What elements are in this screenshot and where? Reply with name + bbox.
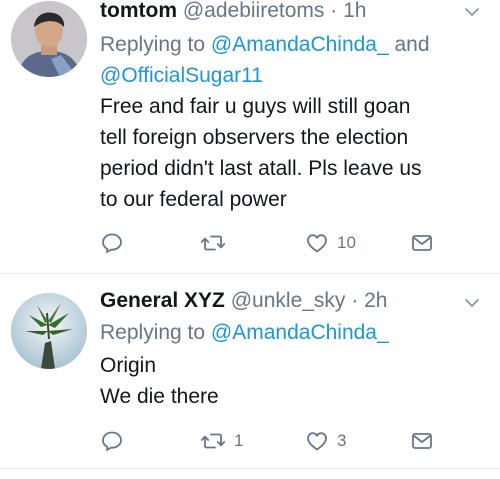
username-handle[interactable]: @adebiiretoms <box>183 0 325 22</box>
avatar[interactable] <box>11 293 87 369</box>
chevron-down-icon[interactable] <box>464 295 480 311</box>
tweet-text-line: Free and fair u guys will still goan <box>100 95 411 118</box>
reply-icon <box>102 233 122 253</box>
retweet-icon <box>200 235 226 251</box>
like-count: 3 <box>337 431 347 450</box>
tweet-actions: 1 3 <box>100 426 480 456</box>
mention-link[interactable]: @OfficialSugar11 <box>100 64 263 87</box>
tweet-text-line: We die there <box>100 385 219 408</box>
tweet-text-line: period didn't last atall. Pls leave us <box>100 157 422 180</box>
display-name[interactable]: General XYZ <box>100 289 225 312</box>
like-button[interactable]: 10 <box>305 228 356 258</box>
tweet-text: Free and fair u guys will still goan tel… <box>100 91 490 215</box>
mention-link[interactable]: @AmandaChinda_ <box>211 321 389 344</box>
reply-icon <box>102 431 122 451</box>
tweet-header: tomtom @adebiiretoms · 1h <box>100 0 366 23</box>
tweet-divider <box>0 468 500 469</box>
timestamp[interactable]: 1h <box>343 0 366 22</box>
retweet-button[interactable]: 1 <box>200 426 243 456</box>
separator-dot: · <box>330 0 338 22</box>
chevron-down-icon[interactable] <box>464 4 480 20</box>
like-button[interactable]: 3 <box>305 426 346 456</box>
replying-to-label: Replying to <box>100 321 211 344</box>
message-icon <box>412 433 432 449</box>
mention-link[interactable]: @AmandaChinda_ <box>211 33 389 56</box>
tweet-text-line: tell foreign observers the election <box>100 126 409 149</box>
direct-message-button[interactable] <box>410 228 434 258</box>
replying-to-label: Replying to <box>100 33 211 56</box>
retweet-count: 1 <box>234 431 244 450</box>
separator-dot: · <box>351 289 359 312</box>
retweet-icon <box>200 433 226 449</box>
replying-to-line: Replying to @AmandaChinda_ and @Official… <box>100 29 485 91</box>
reply-button[interactable] <box>100 426 124 456</box>
heart-icon <box>307 234 327 253</box>
avatar[interactable] <box>11 1 87 77</box>
like-count: 10 <box>337 233 356 252</box>
display-name[interactable]: tomtom <box>100 0 177 22</box>
tweet[interactable]: General XYZ @unkle_sky · 2h Replying to … <box>0 274 500 479</box>
retweet-button[interactable] <box>200 228 234 258</box>
tweet-text-line: to our federal power <box>100 188 287 211</box>
tweet-header: General XYZ @unkle_sky · 2h <box>100 289 387 313</box>
tweet-actions: 10 <box>100 228 480 258</box>
username-handle[interactable]: @unkle_sky <box>231 289 346 312</box>
replying-to-line: Replying to @AmandaChinda_ <box>100 317 485 348</box>
message-icon <box>412 235 432 251</box>
tweet[interactable]: tomtom @adebiiretoms · 1h Replying to @A… <box>0 0 500 273</box>
heart-icon <box>307 432 327 451</box>
direct-message-button[interactable] <box>410 426 434 456</box>
tweet-text: Origin We die there <box>100 350 490 412</box>
replying-to-connector: and <box>388 33 430 56</box>
timestamp[interactable]: 2h <box>364 289 387 312</box>
tweet-text-line: Origin <box>100 354 157 377</box>
reply-button[interactable] <box>100 228 124 258</box>
